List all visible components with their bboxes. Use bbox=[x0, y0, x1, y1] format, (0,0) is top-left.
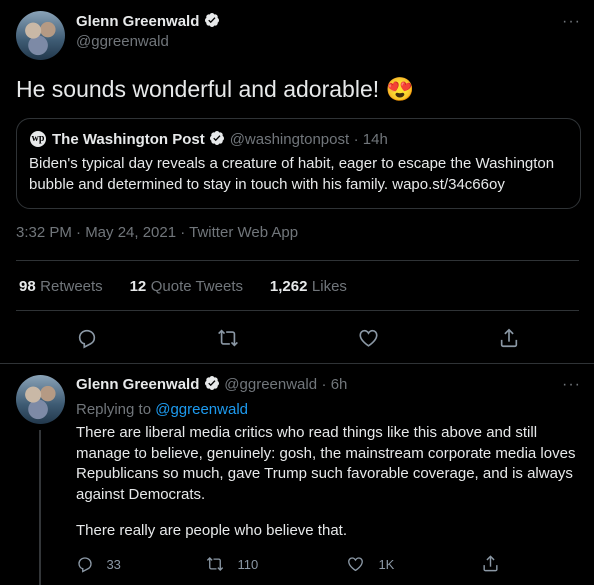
author-header: Glenn Greenwald bbox=[76, 12, 220, 31]
reply-like-button[interactable]: 1K bbox=[346, 555, 394, 574]
divider bbox=[16, 260, 579, 261]
share-button[interactable] bbox=[498, 327, 520, 354]
share-icon bbox=[500, 328, 518, 348]
quoted-author-name: The Washington Post bbox=[52, 131, 205, 148]
reply-more-options-button[interactable]: ··· bbox=[562, 376, 581, 394]
more-options-button[interactable]: ··· bbox=[562, 13, 581, 31]
reply-reply-button[interactable]: 33 bbox=[76, 555, 121, 574]
reply-time[interactable]: · 6h bbox=[322, 376, 348, 393]
quoted-header: The Washington Post @washingtonpost · 14… bbox=[52, 130, 388, 149]
reply-share-button[interactable] bbox=[481, 554, 500, 578]
replying-to-handle[interactable]: @ggreenwald bbox=[155, 401, 248, 418]
quote-tweets-stat[interactable]: 12 Quote Tweets bbox=[130, 278, 243, 295]
replying-to: Replying to @ggreenwald bbox=[76, 401, 248, 418]
reply-author-handle[interactable]: @ggreenwald bbox=[224, 376, 317, 393]
retweet-button[interactable] bbox=[216, 327, 240, 354]
quoted-author-handle: @washingtonpost bbox=[229, 131, 350, 148]
tweet-text: He sounds wonderful and adorable! bbox=[16, 76, 380, 102]
reply-author-name[interactable]: Glenn Greenwald bbox=[76, 376, 199, 393]
author-name[interactable]: Glenn Greenwald bbox=[76, 13, 199, 30]
reply-author-avatar[interactable] bbox=[16, 375, 65, 424]
reply-text-p1: There are liberal media critics who read… bbox=[76, 424, 576, 503]
retweet-count: 110 bbox=[237, 557, 259, 572]
verified-icon bbox=[204, 13, 219, 27]
reply-icon bbox=[78, 557, 92, 573]
verified-icon bbox=[204, 376, 219, 390]
retweets-stat[interactable]: 98 Retweets bbox=[19, 278, 103, 295]
reply-retweet-button[interactable]: 110 bbox=[205, 555, 258, 574]
replying-to-label: Replying to bbox=[76, 401, 152, 418]
retweet-icon bbox=[218, 329, 238, 347]
like-button[interactable] bbox=[357, 327, 380, 354]
retweet-icon bbox=[206, 557, 224, 571]
reply-text-p2: There really are people who believe that… bbox=[76, 522, 347, 539]
heart-icon bbox=[359, 329, 378, 347]
heart-icon bbox=[348, 557, 363, 572]
tweet-stats: 98 Retweets 12 Quote Tweets 1,262 Likes bbox=[19, 278, 347, 296]
tweet-timestamp[interactable]: 3:32 PM · May 24, 2021 · Twitter Web App bbox=[16, 224, 298, 241]
reply-button[interactable] bbox=[76, 327, 98, 354]
reply-header: Glenn Greenwald @ggreenwald · 6h bbox=[76, 375, 347, 394]
quoted-tweet-text: Biden's typical day reveals a creature o… bbox=[29, 155, 555, 193]
heart-eyes-emoji: 😍 bbox=[385, 76, 415, 102]
divider bbox=[0, 363, 594, 364]
quoted-time: · 14h bbox=[353, 131, 388, 148]
author-avatar[interactable] bbox=[16, 11, 65, 60]
quoted-verified-icon bbox=[210, 131, 225, 145]
likes-stat[interactable]: 1,262 Likes bbox=[270, 278, 347, 295]
reply-icon bbox=[78, 329, 96, 349]
washington-post-logo-icon: wp bbox=[30, 131, 46, 147]
thread-line bbox=[39, 430, 41, 585]
like-count: 1K bbox=[378, 557, 395, 572]
author-handle[interactable]: @ggreenwald bbox=[76, 33, 169, 50]
tweet-text-line: He sounds wonderful and adorable! 😍 bbox=[16, 76, 414, 103]
share-icon bbox=[483, 555, 498, 572]
reply-count: 33 bbox=[106, 557, 121, 572]
divider bbox=[16, 310, 579, 311]
